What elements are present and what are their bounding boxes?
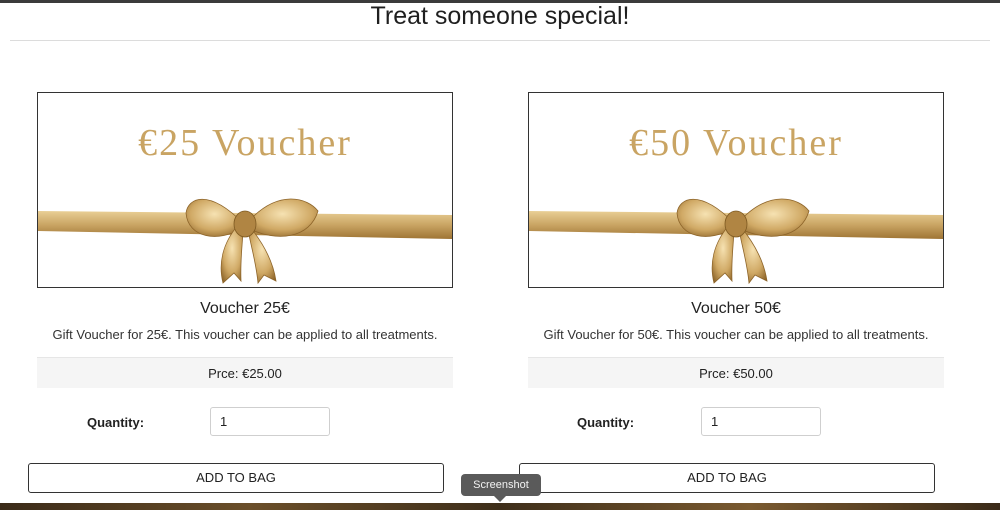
- add-to-bag-button[interactable]: ADD TO BAG: [519, 463, 935, 493]
- voucher-title: Voucher 50€: [691, 300, 781, 317]
- voucher-image-text: €50 Voucher: [629, 122, 843, 164]
- voucher-image-50[interactable]: €50 Voucher: [528, 92, 944, 288]
- gold-ribbon-bow-icon: [676, 198, 810, 285]
- quantity-label: Quantity:: [577, 415, 635, 430]
- price-row: Prce: €50.00: [528, 357, 944, 388]
- background-strip: [0, 503, 1000, 510]
- tooltip-arrow: [494, 496, 506, 502]
- voucher-description: Gift Voucher for 50€. This voucher can b…: [543, 327, 929, 342]
- voucher-card-50: €50 Voucher Voucher 50€ Gift Voucher for…: [0, 0, 944, 510]
- quantity-input[interactable]: [701, 407, 821, 436]
- screenshot-tooltip: Screenshot: [461, 474, 541, 496]
